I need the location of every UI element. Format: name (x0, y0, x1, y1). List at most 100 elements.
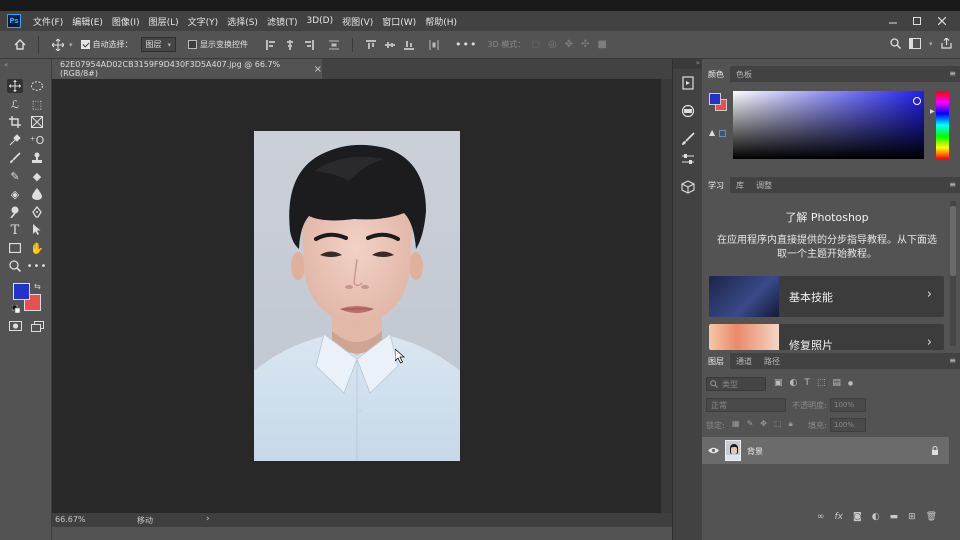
menu-help[interactable]: 帮助(H) (425, 15, 457, 28)
add-mask-icon[interactable]: ◙ (853, 512, 862, 522)
3d-panel-icon[interactable] (680, 179, 696, 195)
align-left-icon[interactable] (266, 39, 276, 50)
gamut-warning-icon[interactable]: ▲ (709, 128, 715, 137)
ruler-tool[interactable]: ⁺O (29, 133, 45, 147)
menu-filter[interactable]: 滤镜(T) (267, 15, 298, 28)
lasso-tool[interactable]: ℒ (7, 97, 23, 111)
distribute-vertical-icon[interactable] (429, 39, 439, 50)
properties-panel-icon[interactable] (680, 103, 696, 119)
opacity-input[interactable]: 100% (830, 398, 866, 412)
layer-row-background[interactable]: 背景 (702, 437, 949, 464)
menu-select[interactable]: 选择(S) (227, 15, 258, 28)
layer-filter-input[interactable]: 类型 (706, 377, 766, 391)
menu-edit[interactable]: 编辑(E) (72, 15, 103, 28)
new-adjustment-icon[interactable]: ◐ (872, 512, 880, 522)
lock-artboard-icon[interactable]: ⬚ (774, 419, 782, 429)
zoom-tool[interactable] (7, 259, 23, 273)
move-tool[interactable] (7, 79, 23, 93)
blend-mode-select[interactable]: 正常 (706, 398, 786, 412)
menu-type[interactable]: 文字(Y) (188, 15, 219, 28)
workspace-chevron-icon[interactable]: ▾ (929, 40, 933, 48)
tab-learn[interactable]: 学习 (702, 177, 730, 193)
layer-style-icon[interactable]: fx (835, 512, 844, 522)
align-right-icon[interactable] (304, 39, 315, 50)
quick-mask-button[interactable] (7, 319, 23, 333)
menu-3d[interactable]: 3D(D) (306, 16, 333, 26)
3d-pan-icon[interactable]: ✥ (565, 39, 573, 50)
menu-window[interactable]: 窗口(W) (382, 15, 416, 28)
learn-card-basic-skills[interactable]: 基本技能 › (709, 276, 944, 317)
document-tab[interactable]: 62E07954AD02CB3159F9D430F3D5A407.jpg @ 6… (52, 59, 322, 79)
tab-swatches[interactable]: 色板 (730, 66, 758, 82)
screen-mode-button[interactable] (29, 319, 45, 333)
hue-slider-handle-icon[interactable]: ▶ (930, 108, 935, 115)
color-panel-foreground-swatch[interactable] (709, 93, 721, 105)
quick-select-tool[interactable]: ⬚ (29, 97, 45, 111)
clone-stamp-tool[interactable] (29, 151, 45, 165)
tab-layers[interactable]: 图层 (702, 353, 730, 369)
move-tool-icon[interactable] (47, 38, 69, 51)
close-tab-icon[interactable]: × (314, 64, 322, 75)
swap-colors-icon[interactable]: ⇆ (34, 282, 41, 291)
color-picker-ring[interactable] (913, 97, 921, 105)
history-brush-tool[interactable]: ✎ (7, 169, 23, 183)
path-selection-tool[interactable] (29, 223, 45, 237)
dodge-tool[interactable] (7, 205, 23, 219)
auto-select-dropdown[interactable]: 图层 ▾ (140, 37, 177, 52)
type-tool[interactable]: T (7, 223, 23, 238)
rectangle-tool[interactable] (7, 241, 23, 255)
color-panel-menu-icon[interactable]: ≡ (949, 69, 956, 78)
3d-scale-icon[interactable]: ■ (598, 39, 607, 50)
status-menu-arrow-icon[interactable]: › (206, 514, 210, 524)
search-icon[interactable] (890, 38, 901, 49)
3d-roll-icon[interactable]: ◎ (548, 39, 557, 50)
home-icon[interactable] (10, 39, 30, 50)
menu-layer[interactable]: 图层(L) (149, 15, 179, 28)
tab-channels[interactable]: 通道 (730, 353, 758, 369)
more-options-icon[interactable]: ••• (455, 38, 477, 51)
crop-tool[interactable] (7, 115, 23, 129)
hand-tool[interactable]: ✋ (29, 241, 45, 255)
edit-toolbar-button[interactable]: ••• (27, 259, 47, 273)
blur-tool[interactable] (29, 187, 45, 201)
new-group-icon[interactable]: ▬ (890, 512, 899, 522)
vertical-scrollbar[interactable] (661, 79, 672, 513)
filter-shape-icon[interactable]: ⬚ (817, 378, 826, 388)
default-colors-icon[interactable] (11, 304, 21, 314)
distribute-icon[interactable] (329, 40, 340, 50)
align-bottom-icon[interactable] (404, 40, 415, 50)
eraser-tool[interactable]: ◆ (29, 169, 45, 183)
lock-position-icon[interactable]: ✥ (760, 419, 767, 429)
close-window-button[interactable] (931, 11, 953, 31)
tab-libraries[interactable]: 库 (730, 177, 750, 193)
layers-panel-menu-icon[interactable]: ≡ (949, 356, 956, 365)
pen-tool[interactable] (29, 205, 45, 219)
tool-preset-chevron-icon[interactable]: ▾ (69, 41, 73, 49)
lock-transparent-icon[interactable]: ▦ (732, 419, 740, 429)
filter-pixel-icon[interactable]: ▣ (774, 378, 783, 388)
lock-all-icon[interactable]: 🔒︎ (789, 419, 793, 429)
align-center-icon[interactable] (285, 39, 295, 50)
auto-select-checkbox[interactable] (80, 40, 90, 49)
paint-bucket-tool[interactable]: ◈ (7, 187, 23, 201)
zoom-level[interactable]: 66.67% (55, 515, 86, 524)
menu-view[interactable]: 视图(V) (342, 15, 373, 28)
3d-slide-icon[interactable]: ✣ (581, 39, 589, 50)
filter-adjustment-icon[interactable]: ◐ (790, 378, 798, 388)
learn-scrollbar[interactable] (950, 201, 956, 346)
layer-lock-icon[interactable] (931, 446, 939, 455)
learn-card-fix-photo[interactable]: 修复照片 › (709, 324, 944, 350)
visibility-eye-icon[interactable] (708, 447, 719, 454)
hue-slider[interactable] (936, 91, 949, 159)
link-layers-icon[interactable]: ∞ (817, 512, 825, 522)
collapse-dock-icon[interactable]: » (673, 59, 703, 69)
eyedropper-tool[interactable] (7, 133, 23, 147)
foreground-color-swatch[interactable] (13, 283, 30, 300)
fill-input[interactable]: 100% (830, 418, 866, 432)
maximize-button[interactable] (906, 11, 928, 31)
tab-adjustments[interactable]: 调整 (750, 177, 778, 193)
color-field[interactable] (733, 91, 924, 159)
show-transform-checkbox[interactable] (188, 40, 198, 49)
frame-tool[interactable] (29, 115, 45, 129)
align-middle-icon[interactable] (385, 40, 396, 50)
